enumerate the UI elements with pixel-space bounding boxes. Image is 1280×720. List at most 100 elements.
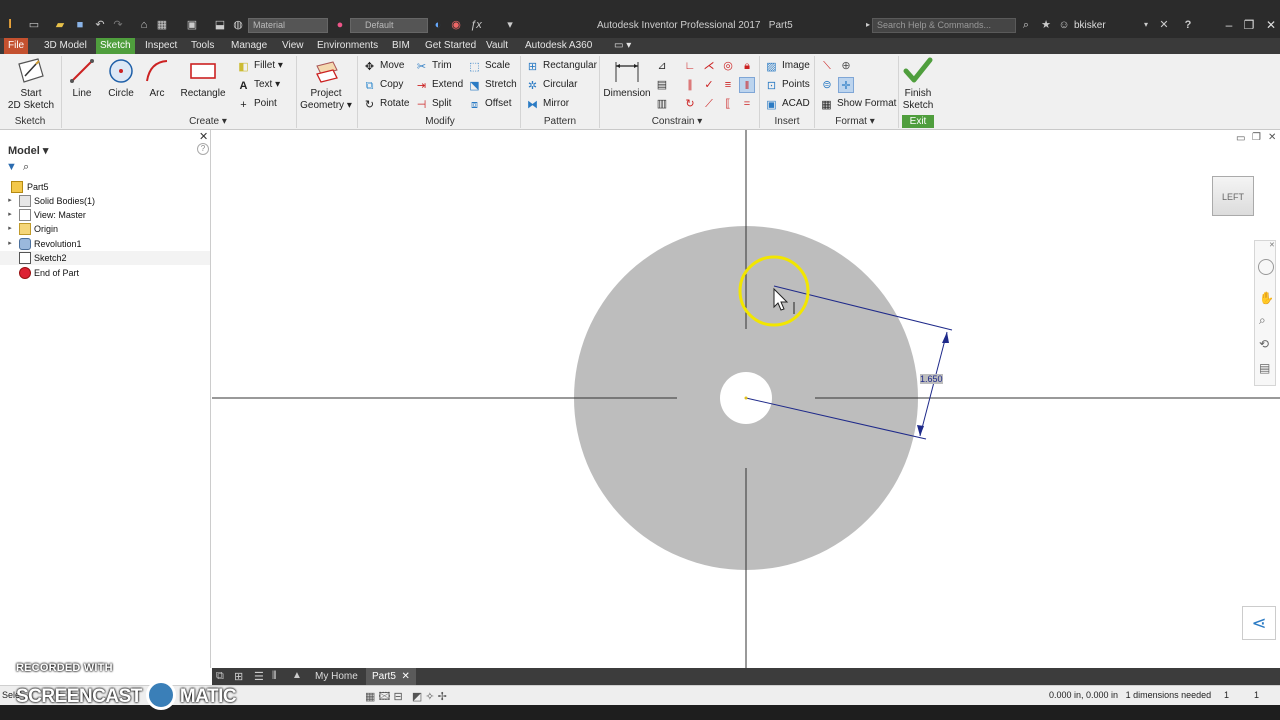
tree-item-end-of-part[interactable]: End of Part	[0, 266, 210, 280]
tree-item-sketch2[interactable]: Sketch2	[0, 251, 210, 265]
centerline-icon[interactable]: ⊜	[819, 77, 835, 93]
panel-label-format[interactable]: Format ▾	[830, 115, 880, 128]
horizontal-icon[interactable]: ≡	[720, 77, 736, 93]
tab-file[interactable]: File	[4, 38, 29, 54]
viewcube[interactable]: LEFT	[1212, 176, 1254, 216]
tab-menu-icon[interactable]: ▲	[292, 670, 302, 681]
customize-icon[interactable]: ▾	[504, 19, 516, 31]
minimize-button[interactable]: –	[1220, 17, 1238, 33]
mirror-button[interactable]: ⧓ Mirror	[526, 96, 569, 112]
finish-sketch-button[interactable]: Finish Sketch	[900, 56, 936, 112]
select-icon[interactable]: ▣	[186, 19, 198, 31]
extend-button[interactable]: ⇥ Extend	[415, 77, 463, 93]
perpendicular-icon[interactable]: ∟	[682, 58, 698, 74]
start-2d-sketch-button[interactable]: Start 2D Sketch	[6, 56, 56, 112]
close-window-button[interactable]: ✕	[1262, 17, 1280, 33]
close-tab-icon[interactable]: ✕	[401, 671, 409, 682]
new-icon[interactable]: ▭	[28, 19, 40, 31]
origin-point[interactable]	[744, 396, 748, 400]
project-geometry-button[interactable]: Project Geometry ▾	[300, 56, 352, 112]
tree-item-revolution1[interactable]: ▸ Revolution1	[0, 237, 210, 251]
binoculars-icon[interactable]: ⌕	[1020, 19, 1032, 31]
tab-view[interactable]: View	[278, 38, 308, 54]
canvas-minimize-icon[interactable]: ▭	[1236, 133, 1245, 144]
save-icon[interactable]: ■	[74, 19, 86, 31]
split-button[interactable]: ⊣ Split	[415, 96, 452, 112]
rectangle-button[interactable]: Rectangle	[180, 56, 226, 100]
favorites-icon[interactable]: ★	[1040, 19, 1052, 31]
construction-icon[interactable]: ⟍	[819, 58, 835, 74]
appearance-dropdown[interactable]: Default	[350, 18, 428, 33]
rectangular-pattern-button[interactable]: ⊞ Rectangular	[526, 58, 597, 74]
redo-icon[interactable]: ↷	[112, 19, 124, 31]
dimension-line[interactable]	[919, 331, 948, 437]
auto-dimension-icon[interactable]: ⊿	[654, 58, 670, 74]
smooth-icon[interactable]: ↻	[682, 96, 698, 112]
coincident-icon[interactable]: ⋌	[701, 58, 717, 74]
open-icon[interactable]: ▰	[54, 19, 66, 31]
parallel-icon[interactable]: ∥	[682, 77, 698, 93]
fx-icon[interactable]: ƒx	[470, 19, 482, 31]
fillet-button[interactable]: ◧ Fillet ▾	[237, 58, 283, 74]
dimension-button[interactable]: Dimension	[603, 56, 651, 100]
tab-vault[interactable]: Vault	[482, 38, 512, 54]
tab-autodesk-a360[interactable]: Autodesk A360	[521, 38, 596, 54]
canvas-close-icon[interactable]: ✕	[1268, 132, 1276, 143]
constraint-settings-icon[interactable]: ▥	[654, 96, 670, 112]
canvas-restore-icon[interactable]: ❐	[1252, 132, 1261, 143]
panel-label-constrain[interactable]: Constrain ▾	[645, 115, 709, 128]
share-icon[interactable]: ⋖	[1242, 606, 1276, 640]
help-search-input[interactable]: Search Help & Commands...	[872, 18, 1016, 33]
tab-my-home[interactable]: My Home	[309, 668, 364, 685]
symmetric-icon[interactable]: ⟦	[720, 96, 736, 112]
stretch-button[interactable]: ⬔ Stretch	[468, 77, 516, 93]
ribbon-display-toggle[interactable]: ▭ ▾	[610, 38, 635, 54]
clear-appearance-icon[interactable]: ◉	[450, 19, 462, 31]
arrange-vertical-icon[interactable]: ⫴	[272, 670, 277, 683]
fix-icon[interactable]: 🔒︎	[739, 58, 755, 74]
tree-item-view-master[interactable]: ▸ View: Master	[0, 208, 210, 222]
collinear-icon[interactable]: ⟋	[701, 96, 717, 112]
tab-sketch[interactable]: Sketch	[96, 38, 135, 54]
expand-icon[interactable]: ▸	[6, 194, 14, 208]
user-dropdown-icon[interactable]: ▾	[1140, 19, 1152, 31]
scale-button[interactable]: ⬚ Scale	[468, 58, 510, 74]
panel-label-create[interactable]: Create ▾	[185, 115, 231, 128]
navbar-close-icon[interactable]: ✕	[1269, 241, 1275, 249]
text-button[interactable]: A Text ▾	[237, 77, 281, 93]
acad-button[interactable]: ▣ ACAD	[765, 96, 810, 112]
line-button[interactable]: Line	[66, 56, 98, 100]
expand-icon[interactable]: ▸	[6, 237, 14, 251]
arc-button[interactable]: Arc	[142, 56, 172, 100]
adjust-icon[interactable]: ◐	[432, 19, 444, 31]
pan-icon[interactable]: ✋	[1259, 291, 1274, 305]
restore-button[interactable]: ❐	[1240, 17, 1258, 33]
exchange-icon[interactable]: ✕	[1158, 19, 1170, 31]
find-icon[interactable]: ⌕	[23, 161, 29, 174]
equal-icon[interactable]: =	[739, 96, 755, 112]
driven-dimension-icon[interactable]: ✛	[838, 77, 854, 93]
zoom-icon[interactable]: ⌕	[1259, 313, 1266, 328]
help-icon[interactable]: ?	[1182, 19, 1194, 31]
tab-tools[interactable]: Tools	[187, 38, 218, 54]
show-format-button[interactable]: ▦ Show Format	[820, 96, 896, 112]
close-icon[interactable]: ✕	[199, 130, 208, 143]
tab-manage[interactable]: Manage	[227, 38, 271, 54]
tab-environments[interactable]: Environments	[313, 38, 382, 54]
help-icon[interactable]: ?	[197, 143, 209, 155]
vertical-icon[interactable]: ‖	[739, 77, 755, 93]
image-button[interactable]: ▨ Image	[765, 58, 810, 74]
trim-button[interactable]: ✂ Trim	[415, 58, 452, 74]
center-point-icon[interactable]: ⊕	[838, 58, 854, 74]
properties-icon[interactable]: ⬓	[214, 19, 226, 31]
user-name[interactable]: bkisker	[1074, 20, 1106, 31]
points-button[interactable]: ⊡ Points	[765, 77, 810, 93]
orbit-icon[interactable]: ⟲	[1259, 337, 1269, 351]
update-icon[interactable]: ▦	[156, 19, 168, 31]
steering-wheel-icon[interactable]	[1258, 259, 1274, 275]
tangent-icon[interactable]: ✓	[701, 77, 717, 93]
tree-item-solid-bodies[interactable]: ▸ Solid Bodies(1)	[0, 194, 210, 208]
tab-get-started[interactable]: Get Started	[421, 38, 480, 54]
tree-item-part[interactable]: Part5	[0, 180, 210, 194]
show-constraints-icon[interactable]: ▤	[654, 77, 670, 93]
